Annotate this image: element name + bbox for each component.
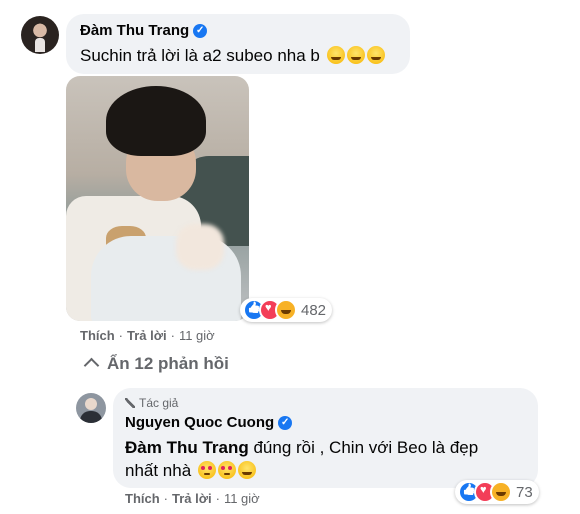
hugging-emoji-icon (217, 461, 236, 479)
reply-reactions[interactable]: 73 (455, 480, 539, 504)
reply-link[interactable]: Trả lời (127, 328, 167, 343)
separator: · (215, 491, 220, 506)
reply-text-line-2: nhất nhà (125, 461, 256, 481)
comment-author-name[interactable]: Đàm Thu Trang ✓ (80, 22, 208, 39)
comment-actions: Thích · Trả lời · 11 giờ (80, 328, 215, 343)
reply-body-1: đúng rồi , Chin với Beo là đẹp (248, 438, 479, 457)
reply-actions: Thích · Trả lời · 11 giờ (125, 491, 260, 506)
mention-link[interactable]: Đàm Thu Trang (125, 438, 249, 457)
reply-author-name[interactable]: Nguyen Quoc Cuong ✓ (125, 414, 293, 431)
separator: · (118, 328, 124, 343)
photo-hair (106, 86, 206, 156)
reaction-count: 73 (516, 483, 533, 501)
hide-replies-label: Ẩn 12 phản hồi (107, 354, 229, 373)
reply-author-avatar[interactable] (76, 393, 106, 423)
chevron-up-icon (83, 357, 100, 374)
reply-body-2: nhất nhà (125, 461, 192, 480)
care-reaction-icon (490, 481, 512, 503)
pen-icon (125, 398, 135, 408)
hide-replies-button[interactable]: Ẩn 12 phản hồi (83, 354, 229, 374)
separator: · (163, 491, 169, 506)
laughing-emoji-icon (366, 46, 385, 64)
laughing-emoji-icon (346, 46, 365, 64)
heart-eyes-emoji-icon (197, 461, 216, 479)
reply-author-label[interactable]: Nguyen Quoc Cuong (125, 414, 274, 431)
comment-timestamp[interactable]: 11 giờ (179, 328, 215, 343)
kissing-heart-emoji-icon (237, 461, 256, 479)
reply-link[interactable]: Trả lời (172, 491, 212, 506)
comment-photo[interactable] (66, 76, 249, 321)
reply-timestamp[interactable]: 11 giờ (224, 491, 260, 506)
comment-author-label[interactable]: Đàm Thu Trang (80, 22, 189, 39)
reaction-count: 482 (301, 301, 327, 319)
like-link[interactable]: Thích (80, 328, 115, 343)
laughing-emoji-icon (326, 46, 345, 64)
comment-text: Suchin trả lời là a2 subeo nha b (80, 46, 385, 66)
author-badge: Tác giả (125, 396, 178, 410)
like-link[interactable]: Thích (125, 491, 160, 506)
comment-body: Suchin trả lời là a2 subeo nha b (80, 46, 320, 65)
haha-reaction-icon (275, 299, 297, 321)
verified-badge-icon: ✓ (193, 24, 208, 39)
separator: · (170, 328, 175, 343)
photo-baby-face-blur (176, 224, 224, 270)
verified-badge-icon: ✓ (278, 416, 293, 431)
comment-reactions[interactable]: 482 (240, 298, 333, 322)
author-badge-label: Tác giả (139, 396, 179, 410)
commenter-avatar[interactable] (21, 16, 59, 54)
reply-text-line-1: Đàm Thu Trang đúng rồi , Chin với Beo là… (125, 438, 478, 458)
